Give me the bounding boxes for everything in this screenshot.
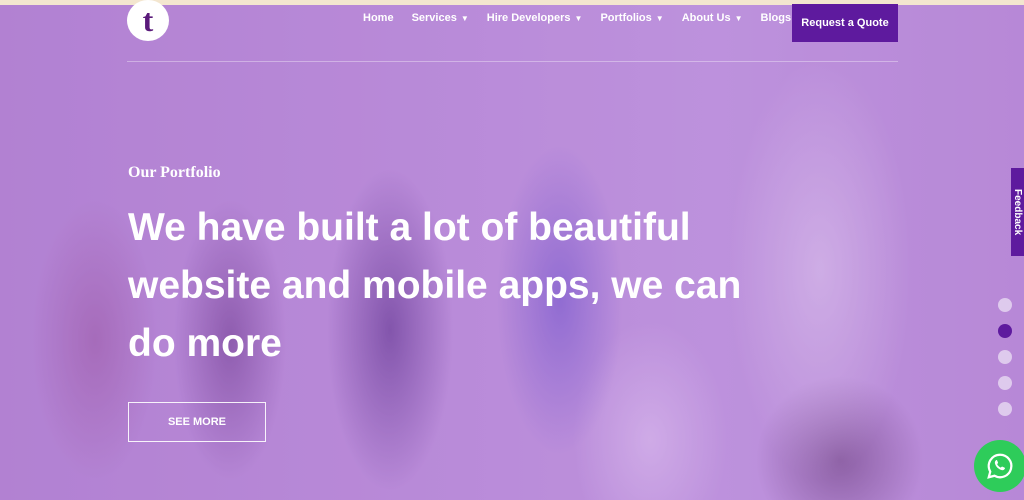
request-quote-button[interactable]: Request a Quote	[792, 4, 898, 42]
nav-about-us-label: About Us	[681, 12, 731, 24]
slider-dot[interactable]	[998, 402, 1012, 416]
nav-about-us[interactable]: About Us ▼	[682, 12, 743, 24]
nav-home[interactable]: Home	[363, 12, 394, 24]
slider-dot[interactable]	[998, 298, 1012, 312]
chevron-down-icon: ▼	[655, 13, 664, 23]
nav-portfolios-label: Portfolios	[600, 12, 652, 24]
hero-eyebrow: Our Portfolio	[128, 164, 221, 181]
whatsapp-icon	[987, 453, 1013, 479]
slider-dot[interactable]	[998, 376, 1012, 390]
see-more-button[interactable]: SEE MORE	[128, 402, 266, 442]
chevron-down-icon: ▼	[460, 13, 469, 23]
whatsapp-button[interactable]	[974, 440, 1024, 492]
header-divider	[127, 61, 898, 62]
nav-hire-developers[interactable]: Hire Developers ▼	[487, 12, 583, 24]
slider-dot-active[interactable]	[998, 324, 1012, 338]
main-nav: Home Services ▼ Hire Developers ▼ Portfo…	[363, 12, 821, 24]
chevron-down-icon: ▼	[734, 13, 743, 23]
nav-services-label: Services	[411, 12, 457, 24]
logo[interactable]: t	[127, 0, 169, 41]
slider-dots	[998, 298, 1012, 428]
nav-blogs-label: Blogs	[760, 12, 792, 24]
nav-home-label: Home	[363, 12, 394, 24]
slider-dot[interactable]	[998, 350, 1012, 364]
nav-hire-developers-label: Hire Developers	[486, 12, 571, 24]
nav-portfolios[interactable]: Portfolios ▼	[600, 12, 663, 24]
nav-services[interactable]: Services ▼	[412, 12, 469, 24]
feedback-tab[interactable]: Feedback	[1011, 168, 1024, 256]
chevron-down-icon: ▼	[574, 13, 583, 23]
hero-headline: We have built a lot of beautiful website…	[128, 206, 742, 365]
